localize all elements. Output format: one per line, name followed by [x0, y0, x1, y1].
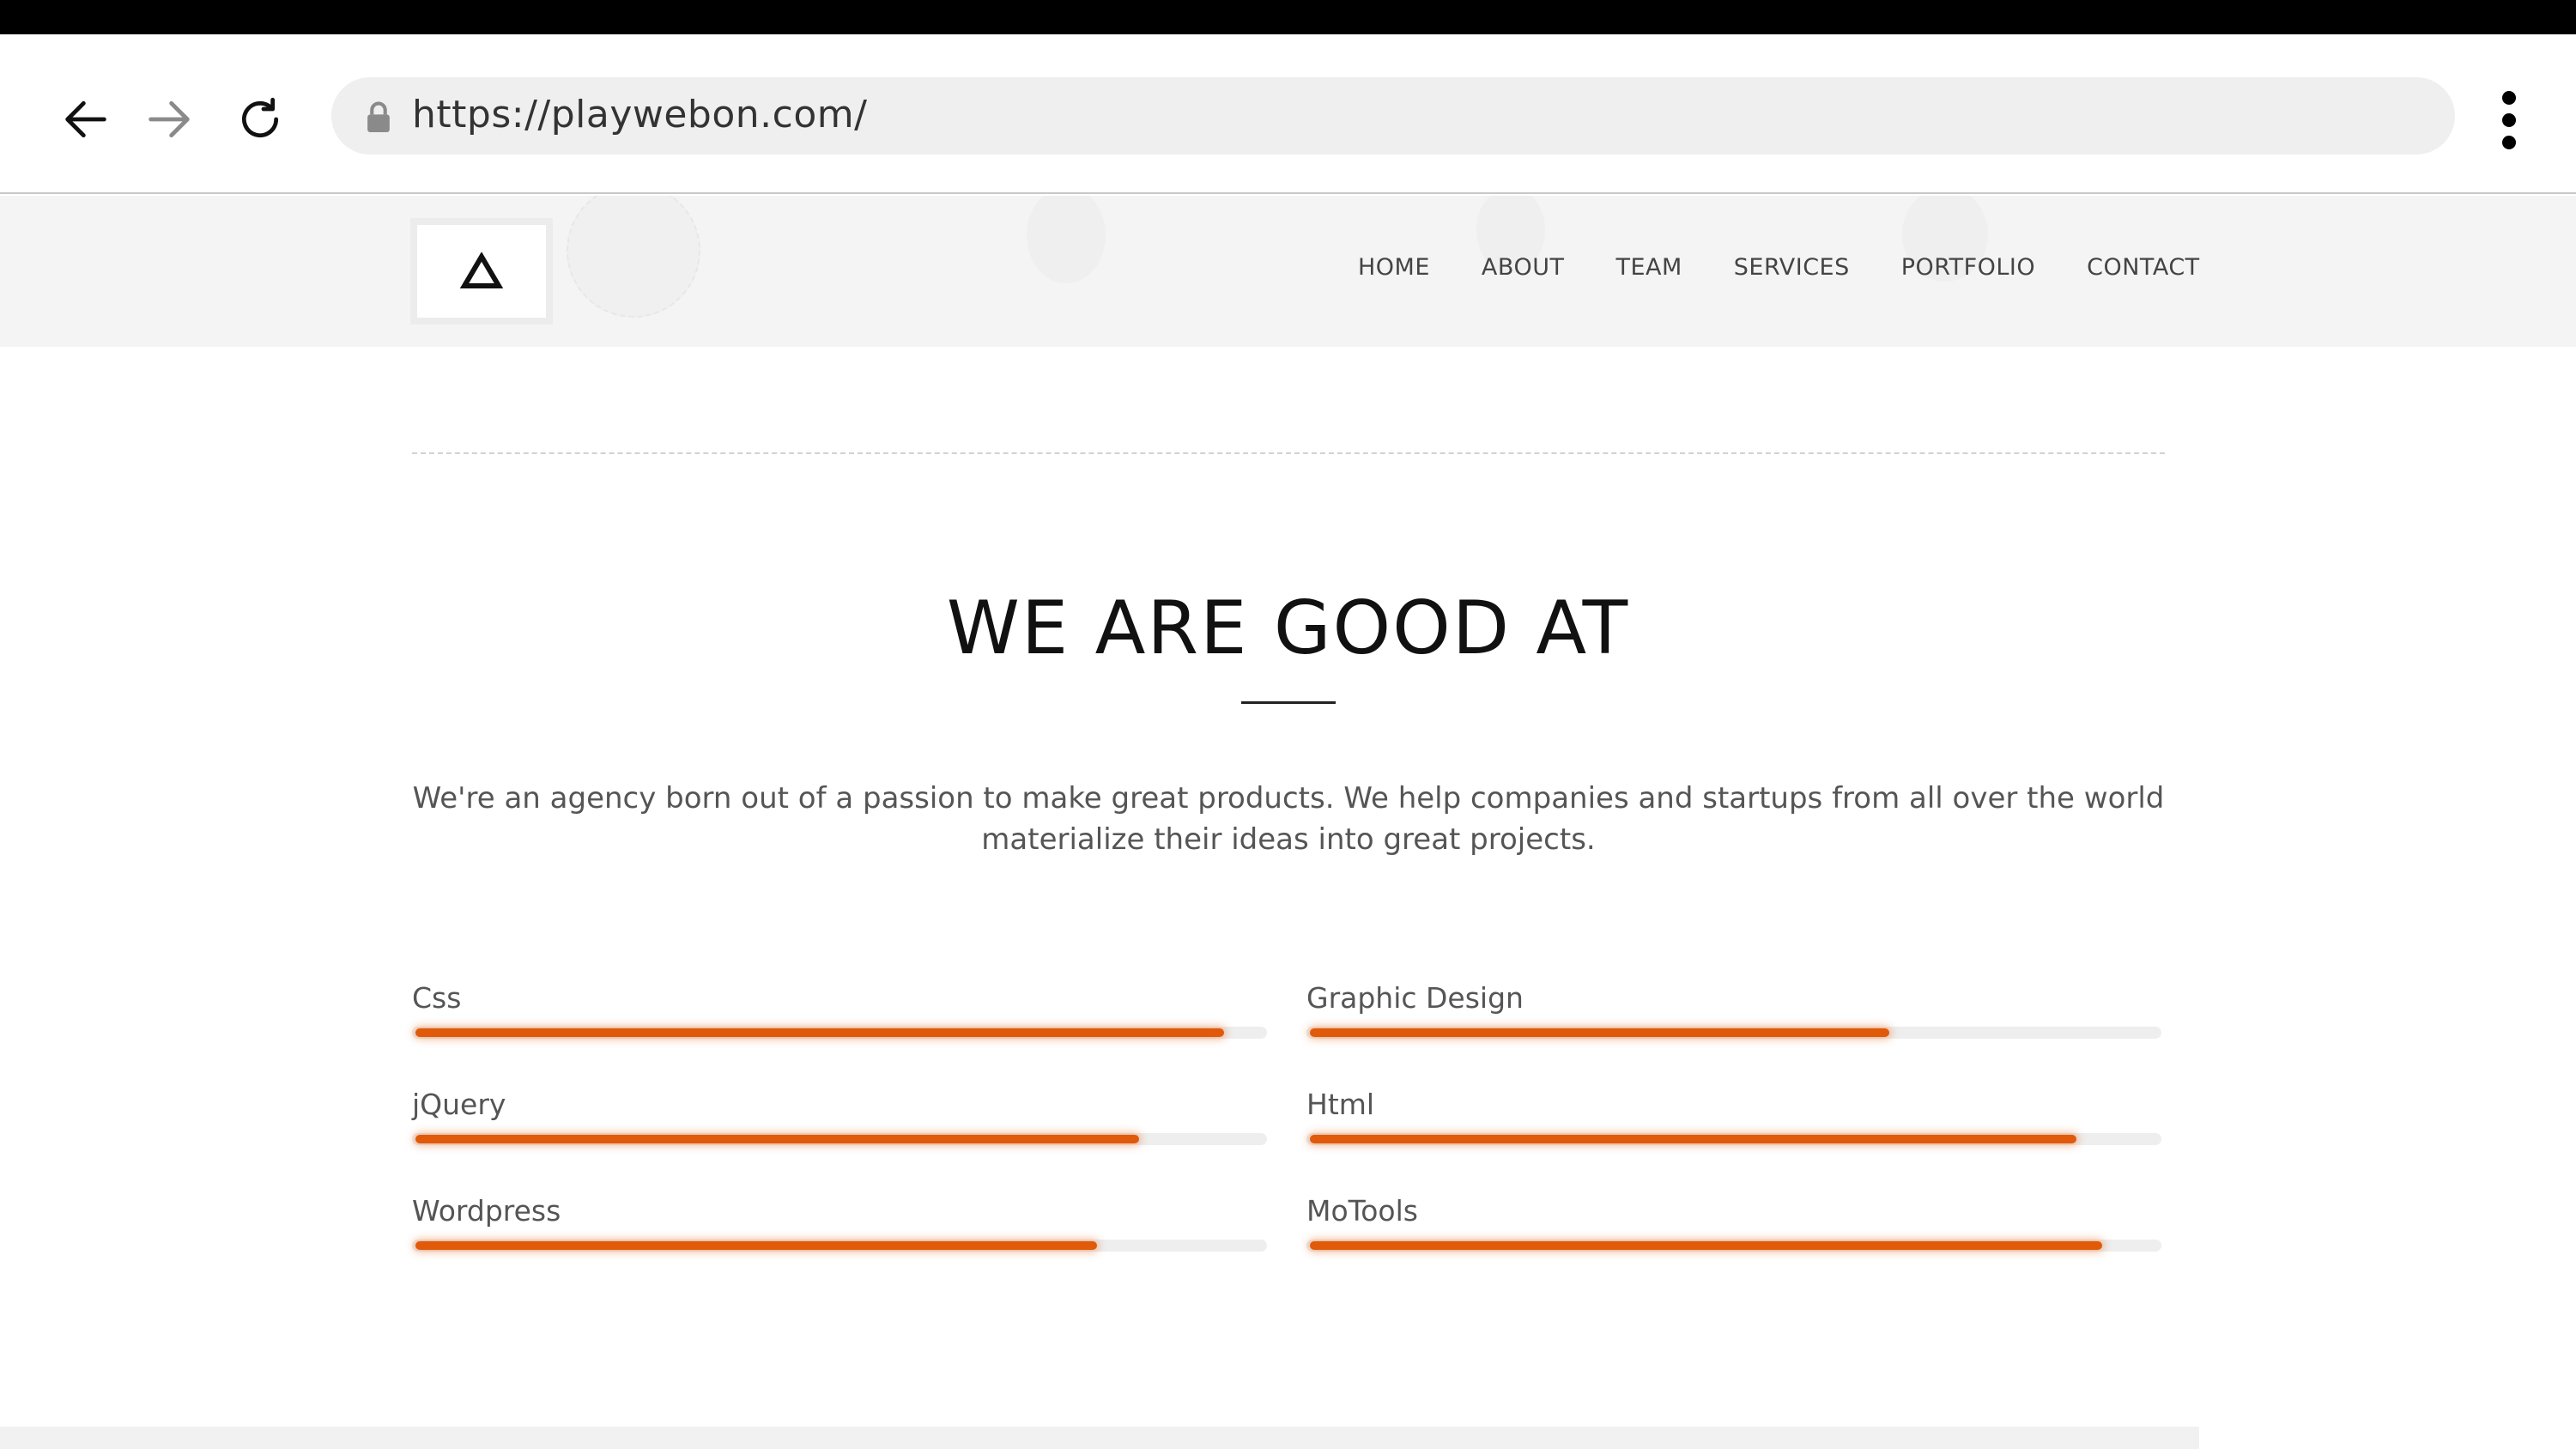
skill-html: Html [1306, 1085, 2165, 1145]
back-button[interactable] [47, 81, 124, 158]
reload-icon [241, 97, 279, 138]
team-photo-decoration [567, 196, 700, 318]
skill-progress-track [1306, 1133, 2161, 1145]
skill-progress-track [412, 1027, 1267, 1039]
main-nav: HOME ABOUT TEAM SERVICES PORTFOLIO CONTA… [1358, 254, 2200, 281]
skill-graphic-design: Graphic Design [1306, 979, 2165, 1039]
skill-motools: MoTools [1306, 1191, 2165, 1252]
arrow-right-icon [148, 100, 190, 138]
site-logo[interactable] [410, 218, 553, 324]
skill-label: Html [1306, 1088, 1375, 1121]
team-photo-decoration [1027, 196, 1106, 283]
url-text[interactable]: https://playwebon.com/ [412, 93, 867, 136]
skill-progress-track [1306, 1240, 2161, 1252]
reload-button[interactable] [221, 81, 299, 158]
nav-about[interactable]: ABOUT [1482, 254, 1565, 281]
skill-label: Graphic Design [1306, 981, 1524, 1015]
browser-menu-button[interactable] [2485, 86, 2533, 155]
section-intro: We're an agency born out of a passion to… [412, 781, 2165, 857]
browser-toolbar: https://playwebon.com/ [0, 34, 2576, 194]
skill-label: jQuery [412, 1088, 506, 1121]
arrow-left-icon [65, 100, 106, 138]
forward-button[interactable] [130, 81, 208, 158]
skill-progress-track [412, 1240, 1267, 1252]
site-header: HOME ABOUT TEAM SERVICES PORTFOLIO CONTA… [0, 196, 2576, 347]
kebab-menu-icon [2502, 91, 2516, 105]
nav-services[interactable]: SERVICES [1734, 254, 1850, 281]
lock-icon [367, 101, 390, 132]
nav-contact[interactable]: CONTACT [2087, 254, 2200, 281]
nav-team[interactable]: TEAM [1615, 254, 1682, 281]
skill-progress-track [412, 1133, 1267, 1145]
skill-progress-fill [1310, 1135, 2076, 1143]
nav-portfolio[interactable]: PORTFOLIO [1901, 254, 2035, 281]
skill-label: Wordpress [412, 1194, 561, 1228]
address-bar[interactable]: https://playwebon.com/ [331, 77, 2455, 155]
skill-wordpress: Wordpress [412, 1191, 1270, 1252]
skill-progress-fill [1310, 1028, 1889, 1037]
skill-jquery: jQuery [412, 1085, 1270, 1145]
title-underline [1241, 701, 1336, 704]
skill-css: Css [412, 979, 1270, 1039]
nav-home[interactable]: HOME [1358, 254, 1430, 281]
next-section-edge [0, 1427, 2199, 1449]
triangle-logo-icon [460, 252, 503, 288]
skill-progress-fill [415, 1241, 1097, 1250]
skill-progress-fill [415, 1135, 1140, 1143]
section-divider [412, 452, 2165, 454]
skill-progress-fill [1310, 1241, 2102, 1250]
skill-progress-fill [415, 1028, 1225, 1037]
skill-progress-track [1306, 1027, 2161, 1039]
system-status-bar [0, 0, 2576, 34]
section-title: WE ARE GOOD AT [946, 585, 1630, 671]
skill-label: MoTools [1306, 1194, 1418, 1228]
skill-label: Css [412, 981, 462, 1015]
